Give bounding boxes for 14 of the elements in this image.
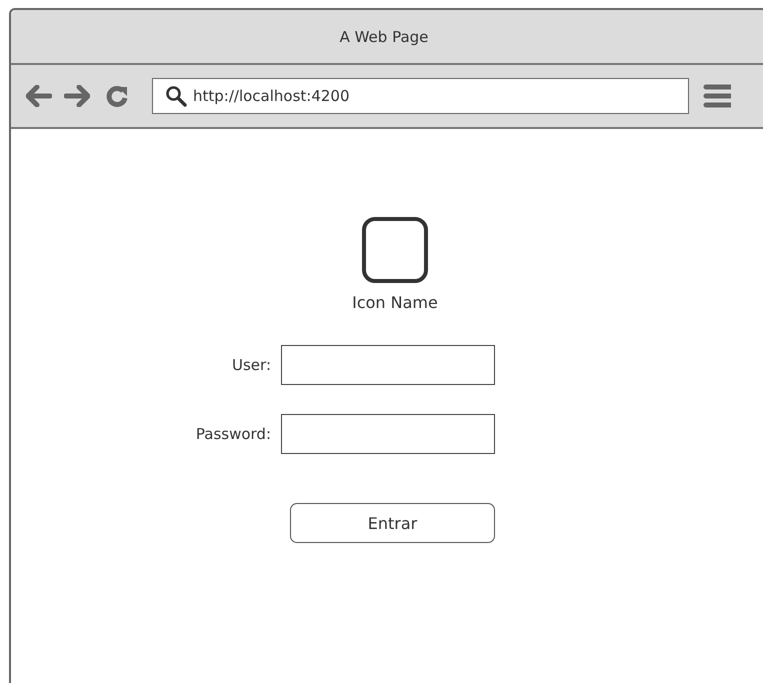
field-label: Password: — [194, 425, 272, 443]
window-title: A Web Page — [340, 28, 428, 46]
menu-icon[interactable] — [703, 82, 731, 110]
forward-icon[interactable] — [64, 85, 90, 107]
field-label: User: — [231, 356, 272, 374]
back-icon[interactable] — [26, 85, 52, 107]
submit-button[interactable]: Entrar — [290, 503, 495, 543]
rounded-square-icon — [362, 217, 428, 283]
input-field[interactable] — [281, 414, 495, 454]
search-icon — [165, 85, 187, 107]
input-field[interactable] — [281, 345, 495, 385]
reload-icon[interactable] — [106, 85, 128, 107]
icon-label: Icon Name — [352, 293, 438, 312]
address-field[interactable]: http://localhost:4200 — [152, 78, 689, 114]
